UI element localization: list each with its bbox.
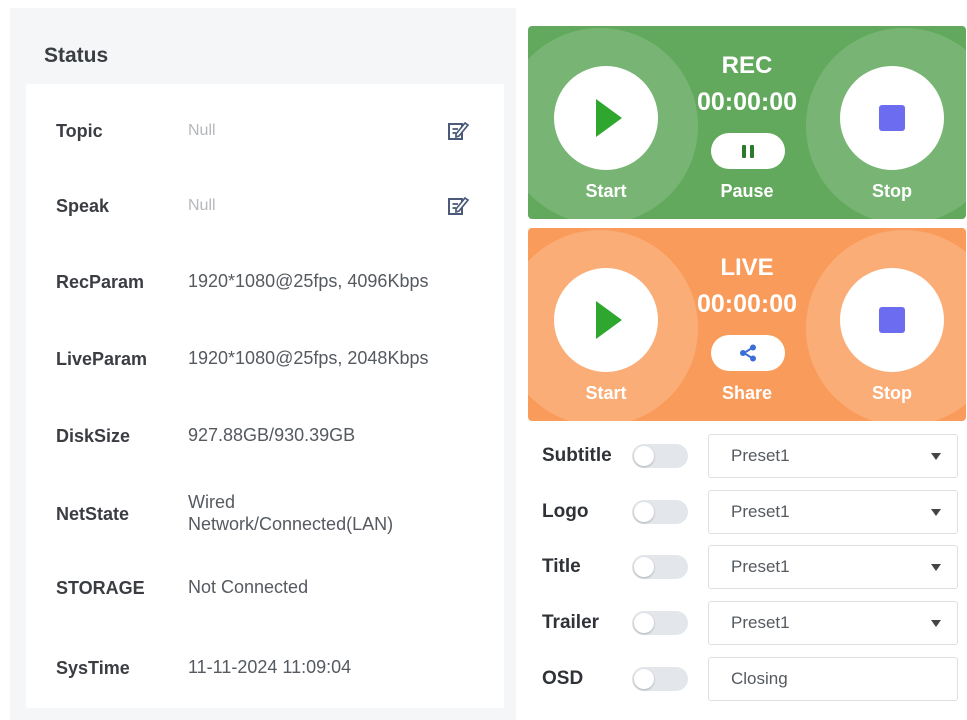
status-label: NetState — [56, 503, 130, 524]
logo-select[interactable]: Preset1 — [708, 490, 958, 534]
caret-down-icon — [931, 453, 941, 460]
status-label: Speak — [56, 195, 110, 216]
live-share-button[interactable] — [711, 335, 785, 371]
status-row-netstate: NetState Wired Network/Connected(LAN) — [26, 484, 504, 544]
pause-icon — [742, 144, 754, 158]
option-label: Trailer — [542, 612, 600, 633]
status-label: Topic — [56, 120, 103, 141]
rec-stop-label: Stop — [872, 181, 912, 201]
live-start-label: Start — [585, 383, 627, 403]
status-card: Topic Null Speak Null RecParam 1920*1080… — [26, 84, 504, 708]
caret-down-icon — [931, 509, 941, 516]
status-row-liveparam: LiveParam 1920*1080@25fps, 2048Kbps — [26, 329, 504, 389]
status-row-disksize: DiskSize 927.88GB/930.39GB — [26, 406, 504, 466]
select-value: Preset1 — [731, 613, 790, 632]
option-label: OSD — [542, 668, 584, 689]
rec-start-button[interactable] — [554, 66, 658, 170]
stop-icon — [879, 307, 905, 333]
option-label: Title — [542, 556, 581, 577]
edit-icon[interactable] — [446, 119, 470, 143]
status-label: LiveParam — [56, 348, 148, 369]
toggle-knob — [634, 669, 654, 689]
trailer-toggle[interactable] — [632, 611, 688, 635]
option-row-logo: Logo Preset1 — [528, 489, 966, 535]
select-value: Preset1 — [731, 557, 790, 576]
osd-toggle[interactable] — [632, 667, 688, 691]
live-start-button[interactable] — [554, 268, 658, 372]
status-panel: Status Topic Null Speak Null RecParam 19… — [10, 8, 516, 720]
rec-stop-button[interactable] — [840, 66, 944, 170]
status-value: 1920*1080@25fps, 2048Kbps — [188, 348, 429, 369]
status-row-speak: Speak Null — [26, 176, 504, 236]
live-stop-button[interactable] — [840, 268, 944, 372]
rec-pause-button[interactable] — [711, 133, 785, 169]
trailer-select[interactable]: Preset1 — [708, 601, 958, 645]
rec-timer: 00:00:00 — [696, 88, 798, 116]
share-icon — [740, 344, 756, 362]
rec-panel: REC 00:00:00 Start Pause Stop — [528, 26, 966, 219]
status-value: 927.88GB/930.39GB — [188, 425, 356, 446]
rec-start-label: Start — [585, 181, 627, 201]
rec-pause-label: Pause — [720, 181, 774, 201]
title-toggle[interactable] — [632, 555, 688, 579]
select-value: Preset1 — [731, 446, 790, 465]
status-label: SysTime — [56, 657, 130, 678]
status-label: STORAGE — [56, 577, 145, 598]
status-label: DiskSize — [56, 425, 131, 446]
toggle-knob — [634, 557, 654, 577]
subtitle-select[interactable]: Preset1 — [708, 434, 958, 478]
option-row-title: Title Preset1 — [528, 544, 966, 590]
status-value: Null — [188, 122, 216, 140]
status-row-storage: STORAGE Not Connected — [26, 558, 504, 618]
status-row-topic: Topic Null — [26, 101, 504, 161]
status-row-recparam: RecParam 1920*1080@25fps, 4096Kbps — [26, 252, 504, 312]
toggle-knob — [634, 446, 654, 466]
live-timer: 00:00:00 — [696, 290, 798, 318]
caret-down-icon — [931, 564, 941, 571]
status-value: Wired Network/Connected(LAN) — [188, 492, 394, 534]
logo-toggle[interactable] — [632, 500, 688, 524]
caret-down-icon — [931, 620, 941, 627]
live-title: LIVE — [720, 254, 774, 281]
status-label: RecParam — [56, 271, 145, 292]
input-value: Closing — [731, 669, 788, 688]
status-value: Not Connected — [188, 577, 309, 598]
live-stop-label: Stop — [872, 383, 912, 403]
title-select[interactable]: Preset1 — [708, 545, 958, 589]
toggle-knob — [634, 502, 654, 522]
live-share-label: Share — [721, 383, 773, 403]
rec-title: REC — [721, 52, 773, 79]
status-value: Null — [188, 197, 216, 215]
option-label: Logo — [542, 501, 589, 522]
osd-input[interactable]: Closing — [708, 657, 958, 701]
subtitle-toggle[interactable] — [632, 444, 688, 468]
option-label: Subtitle — [542, 445, 612, 466]
select-value: Preset1 — [731, 502, 790, 521]
live-panel: LIVE 00:00:00 Start Share Stop — [528, 228, 966, 421]
status-title: Status — [44, 44, 109, 67]
status-value: 1920*1080@25fps, 4096Kbps — [188, 271, 429, 292]
option-row-subtitle: Subtitle Preset1 — [528, 433, 966, 479]
toggle-knob — [634, 613, 654, 633]
option-row-trailer: Trailer Preset1 — [528, 600, 966, 646]
option-row-osd: OSD Closing — [528, 656, 966, 702]
edit-icon[interactable] — [446, 194, 470, 218]
play-icon — [596, 301, 622, 339]
play-icon — [596, 99, 622, 137]
stop-icon — [879, 105, 905, 131]
status-value: 11-11-2024 11:09:04 — [188, 657, 352, 678]
status-row-systime: SysTime 11-11-2024 11:09:04 — [26, 638, 504, 698]
